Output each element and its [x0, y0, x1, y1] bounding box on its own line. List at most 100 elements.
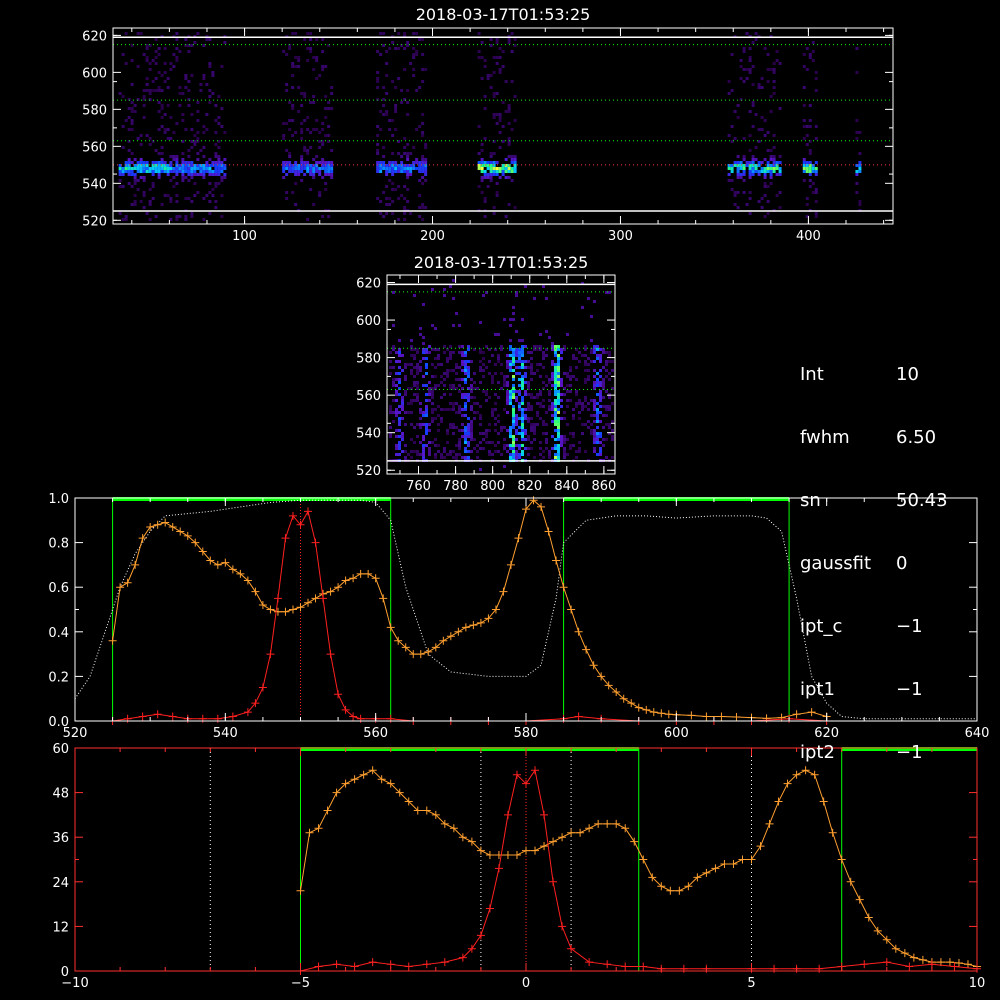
heatmap-pixel — [515, 438, 518, 441]
heatmap-pixel — [533, 372, 536, 375]
heatmap-pixel — [291, 119, 295, 122]
heatmap-pixel — [512, 396, 515, 399]
heatmap-pixel — [805, 125, 809, 128]
heatmap-pixel — [455, 366, 458, 369]
heatmap-pixel — [446, 357, 449, 360]
heatmap-pixel — [533, 297, 536, 300]
heatmap-pixel — [575, 393, 578, 396]
heatmap-pixel — [498, 47, 502, 50]
heatmap-pixel — [530, 372, 533, 375]
info-value: −1 — [896, 616, 923, 637]
x-tick-label: 840 — [554, 479, 579, 494]
data-point — [567, 605, 576, 614]
heatmap-pixel — [443, 372, 446, 375]
heatmap-pixel — [805, 164, 809, 167]
heatmap-pixel — [202, 125, 206, 128]
heatmap-pixel — [808, 125, 812, 128]
heatmap-pixel — [327, 215, 331, 218]
heatmap-pixel — [524, 390, 527, 393]
heatmap-pixel — [757, 200, 761, 203]
heatmap-pixel — [160, 152, 164, 155]
heatmap-pixel — [157, 47, 161, 50]
heatmap-pixel — [742, 155, 746, 158]
heatmap-pixel — [208, 173, 212, 176]
heatmap-pixel — [778, 62, 782, 65]
heatmap-pixel — [587, 402, 590, 405]
heatmap-pixel — [745, 32, 749, 35]
heatmap-pixel — [802, 125, 806, 128]
heatmap-pixel — [424, 206, 428, 209]
heatmap-pixel — [394, 188, 398, 191]
heatmap-pixel — [208, 62, 212, 65]
heatmap-pixel — [312, 173, 316, 176]
heatmap-pixel — [554, 378, 557, 381]
heatmap-pixel — [300, 131, 304, 134]
heatmap-pixel — [506, 375, 509, 378]
heatmap-pixel — [509, 402, 512, 405]
heatmap-pixel — [406, 152, 410, 155]
heatmap-pixel — [467, 456, 470, 459]
heatmap-pixel — [521, 411, 524, 414]
heatmap-pixel — [452, 432, 455, 435]
data-point — [639, 962, 648, 971]
heatmap-pixel — [802, 158, 806, 161]
heatmap-pixel — [470, 435, 473, 438]
heatmap-pixel — [424, 143, 428, 146]
heatmap-pixel — [506, 354, 509, 357]
heatmap-pixel — [530, 363, 533, 366]
heatmap-pixel — [403, 137, 407, 140]
heatmap-pixel — [145, 77, 149, 80]
heatmap-pixel — [506, 360, 509, 363]
data-point — [747, 855, 756, 864]
heatmap-pixel — [202, 74, 206, 77]
heatmap-pixel — [452, 426, 455, 429]
x-tick-label: 760 — [406, 479, 431, 494]
heatmap-pixel — [163, 194, 167, 197]
heatmap-pixel — [312, 128, 316, 131]
data-point — [855, 895, 864, 904]
heatmap-pixel — [590, 414, 593, 417]
fit-info-panel: Int 10 fwhm 6.50 sn 50.43 gaussfit 0 ipt_c −1… — [800, 322, 995, 784]
heatmap-pixel — [398, 378, 401, 381]
heatmap-pixel — [124, 62, 128, 65]
heatmap-pixel — [578, 450, 581, 453]
heatmap-pixel — [518, 354, 521, 357]
heatmap-pixel — [133, 158, 137, 161]
heatmap-pixel — [518, 402, 521, 405]
heatmap-pixel — [288, 155, 292, 158]
heatmap-pixel — [748, 170, 752, 173]
heatmap-pixel — [413, 393, 416, 396]
data-point — [860, 960, 869, 969]
heatmap-pixel — [602, 366, 605, 369]
heatmap-pixel — [483, 173, 487, 176]
heatmap-pixel — [217, 155, 221, 158]
data-point — [846, 877, 855, 886]
heatmap-pixel — [449, 357, 452, 360]
data-point — [634, 703, 643, 712]
heatmap-pixel — [318, 167, 322, 170]
heatmap-pixel — [745, 203, 749, 206]
heatmap-pixel — [318, 194, 322, 197]
heatmap-pixel — [518, 390, 521, 393]
heatmap-pixel — [404, 444, 407, 447]
data-point — [900, 949, 909, 958]
heatmap-pixel — [467, 393, 470, 396]
heatmap-pixel — [389, 366, 392, 369]
heatmap-pixel — [500, 453, 503, 456]
heatmap-pixel — [407, 363, 410, 366]
heatmap-pixel — [449, 450, 452, 453]
data-point — [503, 851, 512, 860]
heatmap-pixel — [208, 38, 212, 41]
heatmap-pixel — [184, 215, 188, 218]
heatmap-pixel — [136, 65, 140, 68]
heatmap-pixel — [421, 161, 425, 164]
heatmap-pixel — [406, 113, 410, 116]
heatmap-pixel — [196, 32, 200, 35]
heatmap-pixel — [398, 351, 401, 354]
heatmap-pixel — [498, 131, 502, 134]
heatmap-pixel — [602, 384, 605, 387]
heatmap-pixel — [506, 384, 509, 387]
heatmap-pixel — [416, 393, 419, 396]
data-point — [198, 714, 207, 723]
heatmap-pixel — [510, 158, 514, 161]
